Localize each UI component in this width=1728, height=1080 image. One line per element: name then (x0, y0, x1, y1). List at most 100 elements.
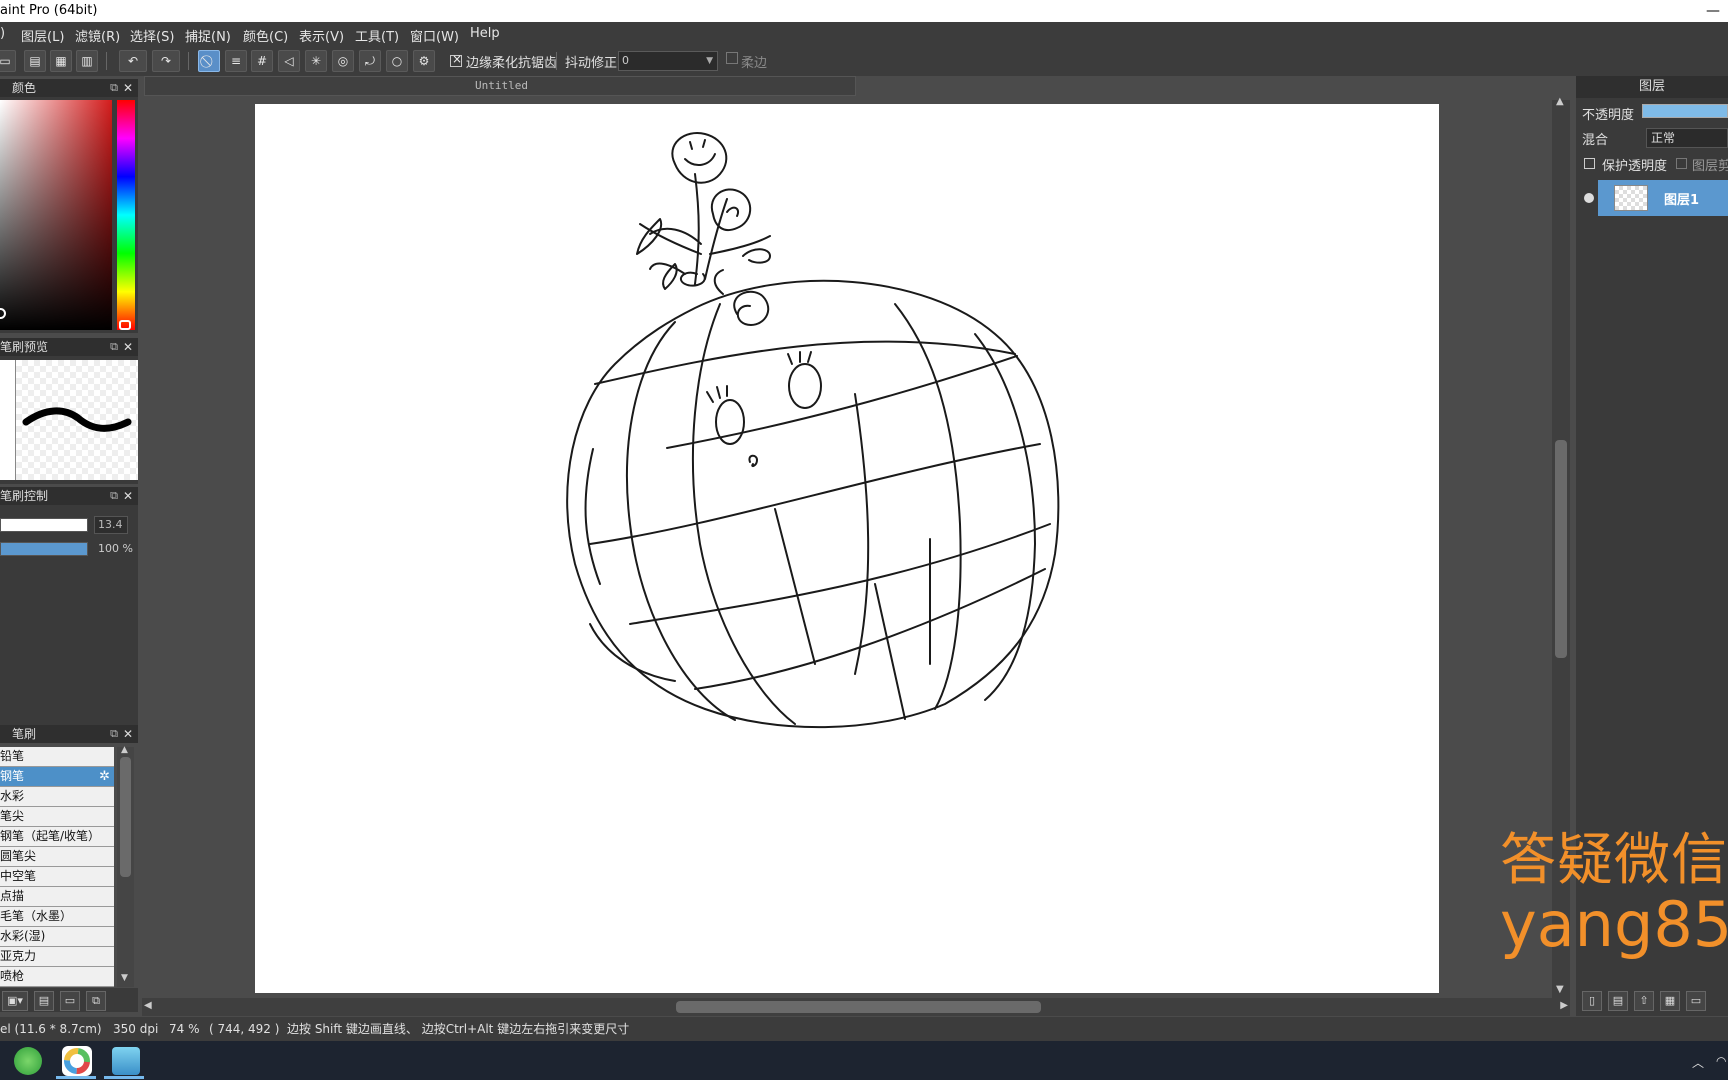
menu-item-filter[interactable]: 滤镜(R) (75, 26, 120, 45)
scrollbar-thumb[interactable] (120, 757, 131, 877)
brush-list-item[interactable]: 铅笔 (0, 747, 114, 767)
ellipse-snap-icon[interactable]: ○ (386, 50, 408, 72)
menu-item-snap[interactable]: 捕捉(N) (185, 26, 231, 45)
panel-icon[interactable]: ▦ (50, 50, 72, 72)
add-brush-menu-icon[interactable]: ▣▾ (2, 991, 28, 1011)
layer-folder-icon[interactable]: ▭ (1686, 991, 1706, 1011)
blend-mode-select[interactable]: 正常 (1646, 128, 1728, 148)
scroll-up-icon[interactable]: ▲ (121, 745, 128, 755)
close-icon[interactable]: ✕ (123, 725, 133, 743)
menu-item-tools[interactable]: 工具(T) (355, 26, 399, 45)
menu-item-view[interactable]: 表示(V) (299, 26, 344, 45)
scroll-down-icon[interactable]: ▼ (1556, 984, 1564, 995)
canvas-horizontal-scrollbar[interactable]: ◀ ▶ (142, 998, 1570, 1016)
brush-list-item[interactable]: 中空笔 (0, 867, 114, 887)
grid-snap-icon[interactable]: # (251, 50, 273, 72)
scroll-down-icon[interactable]: ▼ (121, 973, 128, 983)
stabilizer-select[interactable]: 0 ▼ (618, 51, 718, 71)
scrollbar-thumb[interactable] (676, 1001, 1041, 1013)
character-app-icon[interactable] (112, 1047, 140, 1075)
popout-icon[interactable]: ⧉ (110, 79, 118, 97)
scroll-right-icon[interactable]: ▶ (1560, 1000, 1568, 1011)
color-wheel-icon (64, 1048, 90, 1074)
popout-icon[interactable]: ⧉ (110, 725, 118, 743)
undo-icon[interactable]: ↶ (119, 50, 147, 72)
green-app-icon[interactable] (14, 1047, 42, 1075)
network-icon[interactable]: ◠ (1716, 1054, 1726, 1068)
curve-snap-icon[interactable]: ⤾ (359, 50, 381, 72)
popout-icon[interactable]: ⧉ (110, 338, 118, 356)
hue-slider[interactable] (117, 100, 135, 330)
brush-list-item[interactable]: 水彩 (0, 787, 114, 807)
sketch-drawing (566, 132, 1060, 729)
layer-opacity-slider[interactable] (1642, 104, 1728, 118)
menu-item-window[interactable]: 窗口(W) (410, 26, 459, 45)
opacity-number: 100 (98, 542, 119, 555)
brush-item-label: 钢笔 (0, 769, 25, 783)
scroll-left-icon[interactable]: ◀ (144, 1000, 152, 1011)
close-icon[interactable]: ✕ (123, 338, 133, 356)
brush-list-item[interactable]: 水彩(湿) (0, 927, 114, 947)
brush-list-item[interactable]: 钢笔（起笔/收笔） (0, 827, 114, 847)
visibility-eye-icon[interactable] (1584, 193, 1594, 203)
minimize-button[interactable]: — (1706, 0, 1720, 22)
page-icon[interactable]: ▤ (24, 50, 46, 72)
brush-control-title: 笔刷控制 (0, 489, 49, 503)
brush-list-item[interactable]: 点描 (0, 887, 114, 907)
radial-snap-icon[interactable]: ✳ (305, 50, 327, 72)
speech-bubble-icon[interactable]: ▭ (0, 50, 16, 72)
brush-list-item[interactable]: 圆笔尖 (0, 847, 114, 867)
drawing-canvas[interactable] (255, 104, 1439, 993)
protect-alpha-checkbox[interactable] (1584, 158, 1595, 169)
brush-properties-icon[interactable]: ▤ (34, 991, 54, 1011)
brush-size-value[interactable]: 13.4 (94, 516, 128, 534)
new-halftone-layer-icon[interactable]: ▤ (1608, 991, 1628, 1011)
medibang-app-icon[interactable] (62, 1046, 92, 1076)
snap-off-icon[interactable]: ⃠ (198, 50, 220, 72)
stabilizer-label: 抖动修正 (565, 56, 618, 71)
folder-icon[interactable]: ▭ (60, 991, 80, 1011)
menu-item-layer[interactable]: 图层(L) (21, 26, 64, 45)
zoom-status: 74 % (169, 1022, 200, 1036)
close-icon[interactable]: ✕ (123, 79, 133, 97)
transparent-layer-icon[interactable]: ▦ (1660, 991, 1680, 1011)
scroll-up-icon[interactable]: ▲ (1556, 96, 1564, 107)
saturation-value-picker[interactable] (0, 100, 112, 330)
brush-list-scrollbar[interactable]: ▲ ▼ (117, 745, 134, 987)
brush-opacity-value[interactable]: 100 % (98, 542, 133, 555)
brush-size-slider[interactable] (0, 518, 88, 532)
import-layer-icon[interactable]: ⇧ (1634, 991, 1654, 1011)
snap-settings-gear-icon[interactable]: ⚙ (413, 50, 435, 72)
menu-item-color[interactable]: 颜色(C) (243, 26, 288, 45)
menu-item-help[interactable]: Help (470, 26, 500, 41)
opacity-unit: % (122, 542, 133, 555)
clipping-checkbox[interactable] (1676, 158, 1687, 169)
brush-item-label: 中空笔 (0, 869, 37, 883)
document-tab[interactable]: Untitled (144, 76, 856, 96)
brush-opacity-slider[interactable] (0, 542, 88, 556)
layout-icon[interactable]: ▥ (76, 50, 98, 72)
antialias-checkbox[interactable] (450, 52, 462, 67)
brush-list-item[interactable]: 毛笔（水墨） (0, 907, 114, 927)
popout-icon[interactable]: ⧉ (110, 487, 118, 505)
tray-expand-icon[interactable]: ︿ (1692, 1054, 1704, 1071)
menu-item-file-tail[interactable]: ) (0, 26, 5, 41)
redo-icon[interactable]: ↷ (152, 50, 180, 72)
layer-panel-title: 图层 (1576, 76, 1728, 98)
scrollbar-thumb[interactable] (1555, 440, 1567, 658)
soft-edge-checkbox[interactable] (726, 52, 738, 64)
close-icon[interactable]: ✕ (123, 487, 133, 505)
brush-list-item[interactable]: 喷枪 (0, 967, 114, 987)
layer-row[interactable]: 图层1 (1576, 180, 1728, 216)
concentric-snap-icon[interactable]: ◎ (332, 50, 354, 72)
menu-item-select[interactable]: 选择(S) (130, 26, 174, 45)
new-layer-icon[interactable]: ▯ (1582, 991, 1602, 1011)
brush-settings-gear-icon[interactable]: ✲ (99, 767, 110, 786)
parallel-snap-icon[interactable]: ≡ (225, 50, 247, 72)
brush-list-item[interactable]: 钢笔 ✲ (0, 767, 114, 787)
brush-list-item[interactable]: 亚克力 (0, 947, 114, 967)
brush-list-item[interactable]: 笔尖 (0, 807, 114, 827)
perspective-snap-icon[interactable]: ◁ (278, 50, 300, 72)
copy-brush-icon[interactable]: ⧉ (86, 991, 106, 1011)
hue-slider-handle[interactable] (119, 320, 131, 330)
